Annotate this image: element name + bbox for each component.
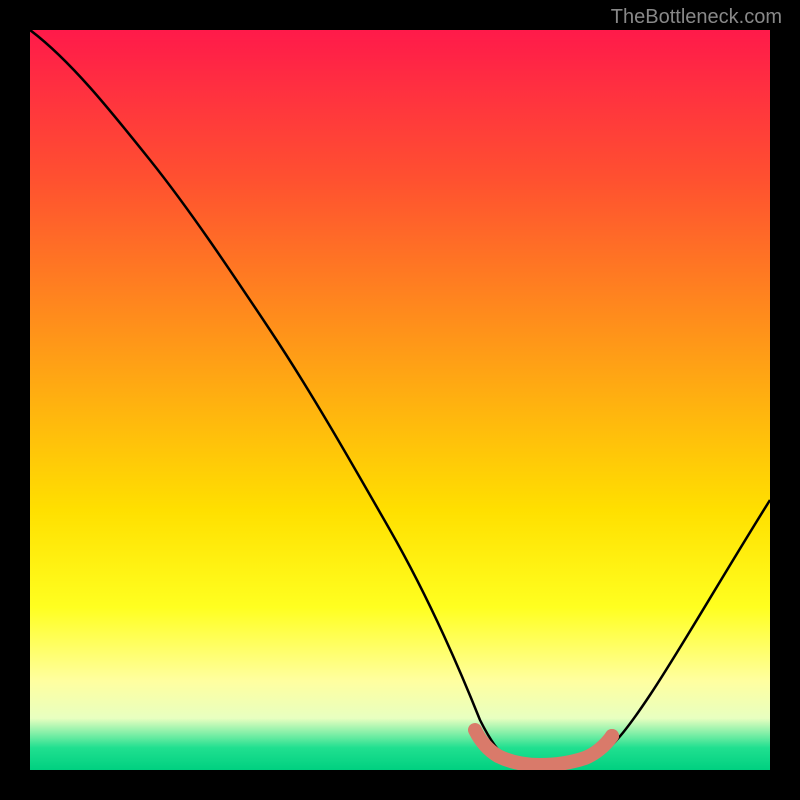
bottleneck-curve [30,30,770,765]
marker-dot-left [469,724,481,736]
marker-dot-right [605,729,619,743]
chart-container: TheBottleneck.com [0,0,800,800]
optimal-range-marker [475,730,612,765]
plot-area [30,30,770,770]
watermark-text: TheBottleneck.com [611,6,782,29]
curve-svg [30,30,770,770]
